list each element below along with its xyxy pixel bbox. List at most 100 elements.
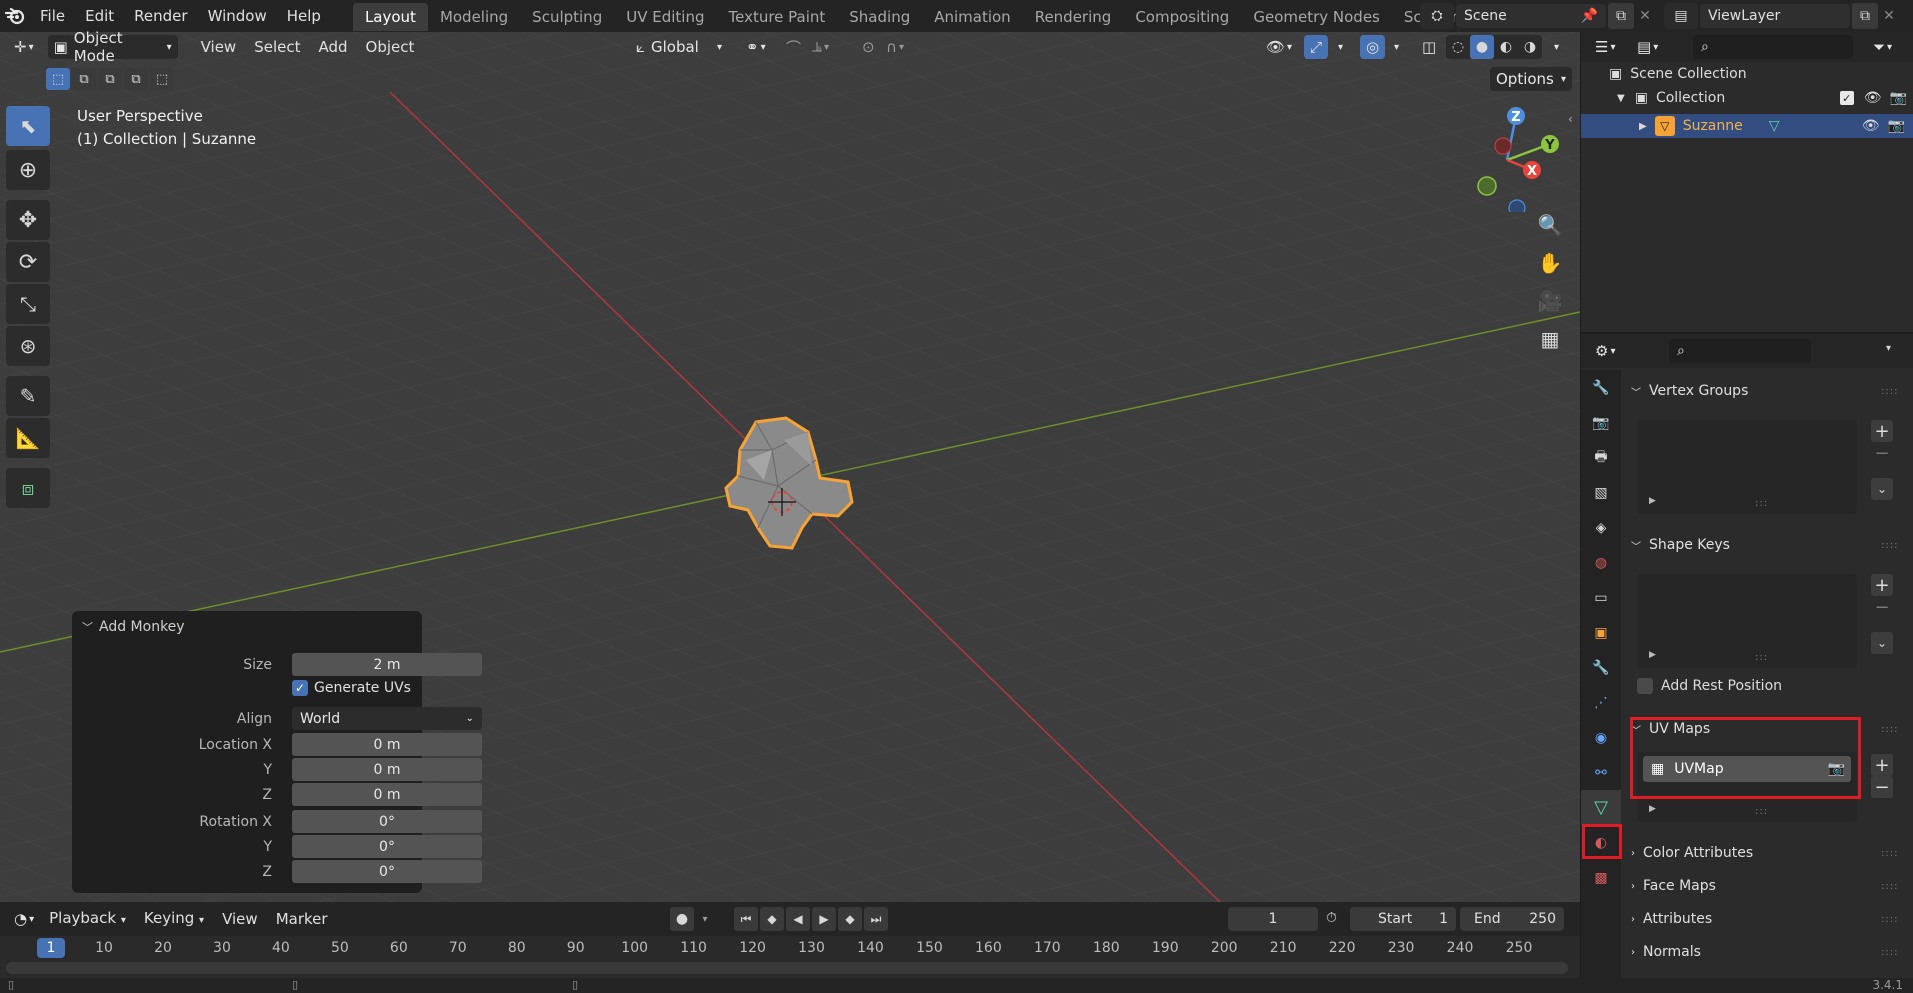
physics-tab[interactable]: ◉ [1581,720,1621,755]
outliner-editor-type-button[interactable]: ☰ ▾ [1589,35,1621,59]
gizmo-toggle[interactable]: ⤢ [1304,35,1329,59]
transform-tool[interactable]: ⊛ [6,326,50,366]
current-frame-field[interactable]: 1 [1228,907,1318,931]
select-box-tool[interactable]: ⬉ [6,106,50,146]
properties-search-input[interactable]: ⌕ [1669,339,1811,363]
vertex-groups-list[interactable]: ▶ ::: [1637,420,1857,514]
tab-shading[interactable]: Shading [837,3,922,31]
tab-modeling[interactable]: Modeling [428,3,520,31]
drag-handle-icon[interactable]: :::: [1881,881,1898,892]
add-cube-tool[interactable]: ⧈ [6,468,50,508]
drag-handle-icon[interactable]: :::: [1881,724,1898,735]
scale-tool[interactable]: ⤡ [6,284,50,324]
tab-animation[interactable]: Animation [922,3,1022,31]
ortho-toggle-button[interactable]: ▦ [1533,322,1567,356]
shading-dropdown[interactable]: ▾ [1548,35,1565,59]
face-maps-panel-header[interactable]: › Face Maps [1631,871,1716,901]
menu-playback[interactable]: Playback ▾ [40,903,135,936]
menu-marker[interactable]: Marker [267,904,337,934]
prev-keyframe-icon[interactable]: ◆ [760,907,784,931]
collection-visibility-icon[interactable]: 👁 [1864,90,1882,106]
measure-tool[interactable]: 📐 [6,418,50,458]
suzanne-object[interactable] [716,410,856,550]
drag-handle-icon[interactable]: :::: [1881,540,1898,551]
add-uv-map-button[interactable]: + [1871,754,1893,776]
menu-object[interactable]: Object [357,32,424,62]
proportional-falloff-dropdown[interactable]: ∩ ▾ [880,35,910,59]
list-resize-icon[interactable]: ::: [1755,806,1768,817]
zoom-button[interactable]: 🔍 [1533,208,1567,242]
modifiers-tab[interactable]: 🔧 [1581,650,1621,685]
scene-collection-row[interactable]: ▣ Scene Collection [1609,66,1747,82]
end-frame-field[interactable]: End 250 [1460,907,1564,931]
menu-help[interactable]: Help [277,0,331,32]
shape-key-specials-button[interactable]: ⌄ [1871,632,1893,654]
vertex-group-specials-button[interactable]: ⌄ [1871,478,1893,500]
remove-uv-map-button[interactable]: − [1871,776,1893,798]
mesh-data-icon[interactable]: ▽ [1769,118,1780,134]
object-render-icon[interactable]: 📷 [1888,118,1905,134]
list-expand-icon[interactable]: ▶ [1649,650,1656,660]
object-tab[interactable]: ▣ [1581,615,1621,650]
tab-geometry-nodes[interactable]: Geometry Nodes [1241,3,1392,31]
menu-render[interactable]: Render [124,0,197,32]
collection-row[interactable]: ▼ ▣ Collection ✓ 👁 📷 [1617,90,1907,106]
color-attributes-panel-header[interactable]: › Color Attributes [1631,838,1753,868]
gizmo-dropdown[interactable]: ▾ [1332,35,1349,59]
mesh-data-tab[interactable]: ▽ [1581,790,1621,825]
timeline-scrollbar[interactable] [6,962,1568,974]
xray-toggle[interactable]: ◫ [1416,35,1442,59]
rendered-shading-button[interactable]: ◑ [1518,35,1542,59]
drag-handle-icon[interactable]: :::: [1881,848,1898,859]
normals-panel-header[interactable]: › Normals [1631,937,1701,967]
tool-tab[interactable]: 🔧 [1581,370,1621,405]
overlays-dropdown[interactable]: ▾ [1388,35,1405,59]
annotate-tool[interactable]: ✎ [6,376,50,416]
drag-handle-icon[interactable]: :::: [1881,386,1898,397]
location-x-field[interactable]: 0 m [292,733,482,756]
shape-keys-list[interactable]: ▶ ::: [1637,574,1857,668]
options-dropdown[interactable]: Options ▾ [1490,67,1572,91]
particles-tab[interactable]: ⋰ [1581,685,1621,720]
camera-view-button[interactable]: 🎥 [1533,284,1567,318]
menu-keying[interactable]: Keying ▾ [135,903,213,936]
list-resize-icon[interactable]: ::: [1755,652,1768,663]
filter-button[interactable]: ⏷ ▾ [1867,35,1898,59]
menu-window[interactable]: Window [198,0,277,32]
new-view-layer-icon[interactable]: ⧉ [1852,3,1878,29]
menu-timeline-view[interactable]: View [213,904,267,934]
editor-type-button[interactable]: ✛ ▾ [8,35,40,59]
redo-panel-header[interactable]: ﹀ Add Monkey [82,619,185,635]
tab-uv-editing[interactable]: UV Editing [614,3,716,31]
properties-editor-type-button[interactable]: ⚙ ▾ [1589,339,1621,363]
start-frame-field[interactable]: Start 1 [1350,907,1456,931]
display-mode-button[interactable]: ▤ ▾ [1631,35,1664,59]
render-tab[interactable]: 📷 [1581,405,1621,440]
expand-arrow-icon[interactable]: ▶ [1639,121,1647,132]
jump-end-icon[interactable]: ⏭ [864,907,888,931]
list-resize-icon[interactable]: ::: [1755,498,1768,509]
list-expand-icon[interactable]: ▶ [1649,804,1656,814]
tab-rendering[interactable]: Rendering [1023,3,1124,31]
rotation-z-field[interactable]: 0° [292,860,482,883]
tab-layout[interactable]: Layout [352,3,428,31]
location-z-field[interactable]: 0 m [292,783,482,806]
scene-icon[interactable]: ⛭ [1420,3,1454,29]
delete-view-layer-icon[interactable]: ✕ [1878,3,1900,29]
sidebar-toggle-icon[interactable]: ‹ [1568,112,1573,126]
snap-target-dropdown[interactable]: ⫡ ▾ [806,35,835,59]
transform-orientation-dropdown[interactable]: ⟀ Global ▾ [630,35,728,59]
collection-tab[interactable]: ▭ [1581,580,1621,615]
snap-toggle[interactable]: ⌒ [780,35,807,59]
play-reverse-icon[interactable]: ◀ [786,907,810,931]
visibility-dropdown[interactable]: 👁 ▾ [1260,35,1298,59]
menu-view[interactable]: View [192,32,246,62]
expand-arrow-icon[interactable]: ▼ [1617,93,1625,104]
tab-texture-paint[interactable]: Texture Paint [716,3,837,31]
drag-handle-icon[interactable]: :::: [1881,947,1898,958]
size-field[interactable]: 2 m [292,653,482,676]
record-icon[interactable]: ● [670,907,694,931]
remove-vertex-group-button[interactable]: − [1871,442,1893,464]
align-dropdown[interactable]: World ⌄ [292,707,482,730]
location-y-field[interactable]: 0 m [292,758,482,781]
